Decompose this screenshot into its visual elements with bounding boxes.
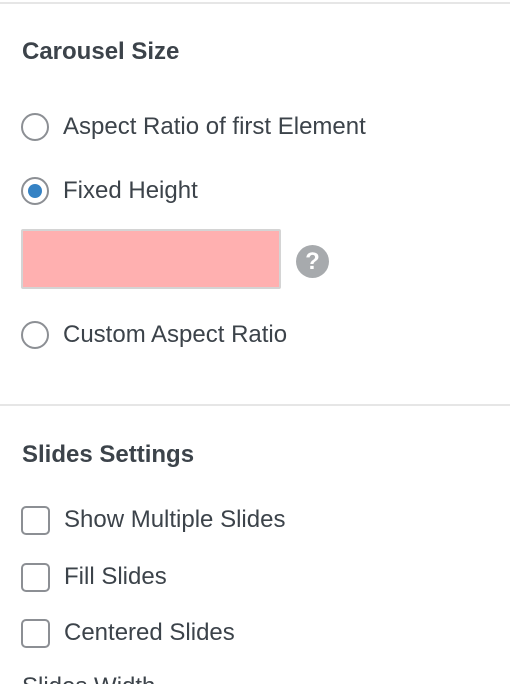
slides-settings-heading: Slides Settings	[22, 441, 195, 468]
checkbox-fill-slides[interactable]: Fill Slides	[21, 561, 167, 593]
checkbox-show-multiple-slides[interactable]: Show Multiple Slides	[21, 504, 285, 536]
checkbox-label: Show Multiple Slides	[64, 506, 286, 533]
radio-button[interactable]	[21, 113, 49, 141]
checkbox[interactable]	[21, 562, 50, 592]
checkbox-label: Centered Slides	[64, 619, 235, 646]
radio-aspect-ratio-first-element[interactable]: Aspect Ratio of first Element	[21, 111, 366, 143]
fixed-height-input[interactable]	[21, 229, 281, 289]
radio-label: Aspect Ratio of first Element	[63, 113, 366, 140]
radio-button[interactable]	[21, 321, 49, 349]
checkbox[interactable]	[21, 505, 50, 535]
radio-label: Custom Aspect Ratio	[63, 321, 288, 348]
question-mark-icon[interactable]: ?	[296, 245, 329, 278]
settings-panel: Carousel Size Aspect Ratio of first Elem…	[0, 0, 510, 684]
radio-button-selected[interactable]	[21, 177, 49, 205]
radio-fixed-height[interactable]: Fixed Height	[21, 175, 198, 207]
radio-label: Fixed Height	[63, 177, 198, 204]
section-divider	[0, 404, 510, 406]
checkbox-label: Fill Slides	[64, 563, 167, 590]
checkbox-centered-slides[interactable]: Centered Slides	[21, 617, 235, 649]
checkbox[interactable]	[21, 618, 50, 648]
carousel-size-heading: Carousel Size	[22, 38, 180, 65]
radio-custom-aspect-ratio[interactable]: Custom Aspect Ratio	[21, 319, 287, 351]
top-divider	[0, 2, 510, 4]
slides-width-label: Slides Width	[22, 673, 155, 684]
